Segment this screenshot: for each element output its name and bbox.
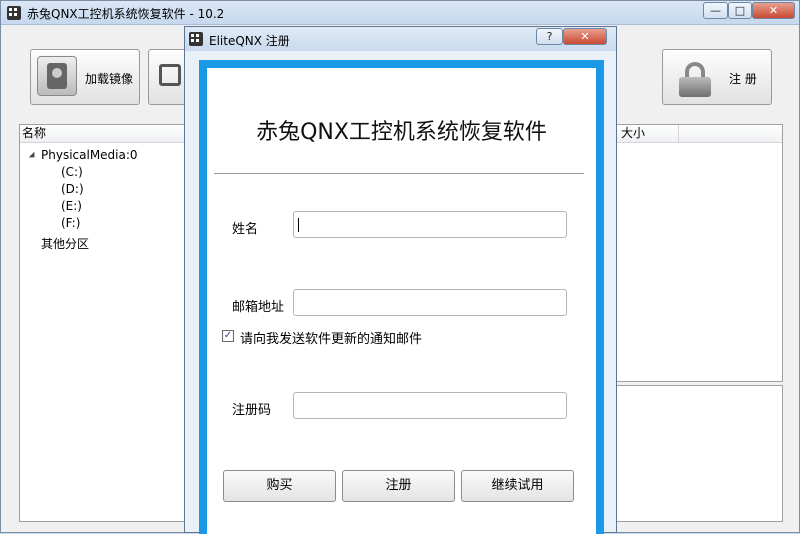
hard-disk-icon (37, 56, 77, 96)
lock-icon (677, 62, 713, 97)
dialog-titlebar[interactable]: EliteQNX 注册 ? ✕ (185, 27, 616, 51)
detail-pane (615, 385, 783, 522)
expand-arrow-icon[interactable] (28, 151, 38, 161)
dialog-app-icon (189, 32, 203, 46)
app-icon (7, 6, 21, 20)
dialog-accent-frame: 赤兔QNX工控机系统恢复软件 姓名 邮箱地址 ✓ 请向我发送软件更新的通知邮件 … (199, 60, 604, 534)
column-header-name[interactable]: 名称 (20, 125, 186, 143)
column-header-size[interactable]: 大小 (616, 125, 782, 143)
load-image-label: 加载镜像 (85, 72, 134, 86)
tree-item-f[interactable]: (F:) (61, 216, 80, 230)
main-titlebar[interactable]: 赤兔QNX工控机系统恢复软件 - 10.2 — □ ✕ (1, 1, 799, 25)
export-icon (159, 64, 181, 86)
tree-item-d[interactable]: (D:) (61, 182, 84, 196)
name-label: 姓名 (232, 222, 259, 237)
text-caret (298, 218, 299, 232)
register-toolbar-label: 注 册 (729, 72, 757, 86)
dialog-content: 赤兔QNX工控机系统恢复软件 姓名 邮箱地址 ✓ 请向我发送软件更新的通知邮件 … (207, 68, 596, 534)
name-field[interactable] (293, 211, 567, 238)
email-field[interactable] (293, 289, 567, 316)
dialog-close-button[interactable]: ✕ (563, 28, 607, 45)
load-image-button[interactable]: 加载镜像 (30, 49, 140, 105)
partition-tree[interactable]: 名称 PhysicalMedia:0 (C:) (D:) (E:) (F:) 其… (19, 124, 187, 522)
notify-label[interactable]: 请向我发送软件更新的通知邮件 (240, 328, 422, 347)
maximize-button[interactable]: □ (728, 2, 752, 19)
minimize-button[interactable]: — (703, 2, 728, 19)
help-button[interactable]: ? (536, 28, 563, 45)
dialog-heading: 赤兔QNX工控机系统恢复软件 (256, 120, 547, 145)
register-toolbar-button[interactable]: 注 册 (662, 49, 772, 105)
continue-trial-button[interactable]: 继续试用 (461, 470, 574, 502)
tree-item-other-partitions[interactable]: 其他分区 (41, 235, 89, 252)
registration-code-field[interactable] (293, 392, 567, 419)
heading-divider (214, 173, 584, 174)
close-button[interactable]: ✕ (752, 2, 795, 19)
dialog-title: EliteQNX 注册 (209, 34, 290, 48)
tree-item-c[interactable]: (C:) (61, 165, 83, 179)
main-window-title: 赤兔QNX工控机系统恢复软件 - 10.2 (27, 7, 225, 21)
registration-dialog: EliteQNX 注册 ? ✕ 赤兔QNX工控机系统恢复软件 姓名 邮箱地址 ✓… (184, 26, 617, 534)
notify-checkbox[interactable]: ✓ (222, 330, 234, 342)
email-label: 邮箱地址 (232, 300, 285, 315)
register-button[interactable]: 注册 (342, 470, 455, 502)
column-divider (678, 125, 679, 143)
tree-item-e[interactable]: (E:) (61, 199, 82, 213)
buy-button[interactable]: 购买 (223, 470, 336, 502)
file-list[interactable]: 大小 (615, 124, 783, 382)
tree-item-physical-media[interactable]: PhysicalMedia:0 (28, 148, 138, 162)
registration-code-label: 注册码 (232, 403, 272, 418)
export-button[interactable] (148, 49, 188, 105)
